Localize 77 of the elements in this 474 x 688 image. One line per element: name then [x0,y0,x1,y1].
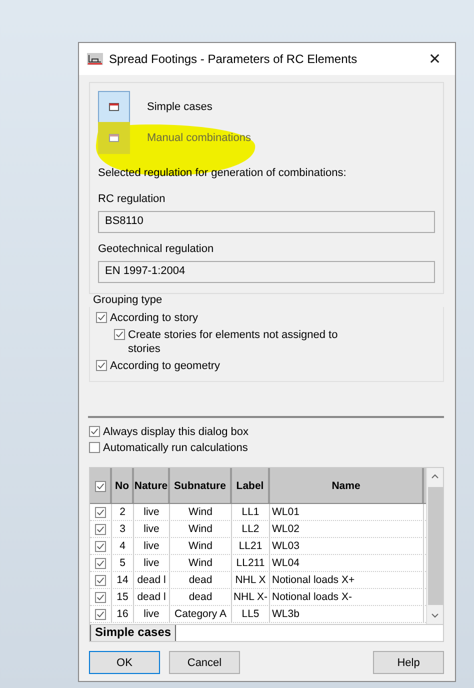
table-cell: NHL X [232,572,270,588]
column-header[interactable]: Subnature [170,468,232,503]
checkbox[interactable] [94,480,106,492]
table-cell: LL2 [232,521,270,537]
checkbox[interactable] [89,426,100,437]
checkbox[interactable] [96,312,107,323]
table-cell: Wind [170,504,232,520]
table-cell: 4 [112,538,134,554]
checkbox-label: According to geometry [110,359,220,373]
checkbox-label: Create stories for elements not assigned to stories [128,328,338,356]
column-header[interactable]: No [112,468,134,503]
table-cell: live [134,555,170,571]
column-header[interactable]: Name [270,468,424,503]
field-label: RC regulation [98,193,166,207]
table-cell: WL03 [270,538,424,554]
table-cell: 5 [112,555,134,571]
checkbox[interactable] [89,442,100,453]
table-cell: dead [170,572,232,588]
sheet-tab[interactable]: Simple cases [90,625,176,641]
checkbox-label: Automatically run calculations [103,441,248,455]
table-cell: WL3b [270,606,424,622]
table-cell: dead l [134,572,170,588]
checkbox[interactable] [114,329,125,340]
group-title: Grouping type [92,294,164,308]
close-button[interactable]: ✕ [415,43,455,75]
mode-button[interactable] [98,90,130,122]
table-cell: LL5 [232,606,270,622]
table-cell: Wind [170,538,232,554]
checkbox[interactable] [95,507,106,518]
checkbox[interactable] [95,592,106,603]
checkbox-label: Always display this dialog box [103,425,249,439]
checkbox[interactable] [95,609,106,620]
table-cell: NHL X- [232,589,270,605]
table-cell: LL21 [232,538,270,554]
table-cell: live [134,504,170,520]
checkbox[interactable] [95,524,106,535]
table-icon [109,133,119,142]
table-cell: 15 [112,589,134,605]
footing-icon [87,53,103,65]
table-cell: live [134,538,170,554]
table-cell: WL02 [270,521,424,537]
checkbox[interactable] [96,360,107,371]
table-cell: 14 [112,572,134,588]
column-header[interactable]: Label [232,468,270,503]
table-cell: 16 [112,606,134,622]
table-cell: dead l [134,589,170,605]
scrollbar[interactable] [426,468,443,624]
checkbox[interactable] [95,541,106,552]
window-title: Spread Footings - Parameters of RC Elements [109,52,358,66]
dialog-button[interactable]: Cancel [169,651,240,674]
checkbox-label: According to story [110,311,198,325]
mode-label: Simple cases [147,100,212,112]
table-icon [109,102,119,111]
field-label: Geotechnical regulation [98,243,215,257]
table-cell: LL1 [232,504,270,520]
dialog-button[interactable]: Help [373,651,444,674]
table-cell: Wind [170,521,232,537]
table-cell: 3 [112,521,134,537]
table-cell: LL211 [232,555,270,571]
checkbox[interactable] [95,575,106,586]
table-cell: WL01 [270,504,424,520]
table-cell: live [134,606,170,622]
table-cell: Wind [170,555,232,571]
checkbox[interactable] [95,558,106,569]
scroll-up-icon[interactable] [431,474,439,479]
table-cell: WL04 [270,555,424,571]
dialog-button[interactable]: OK [89,651,160,674]
regulation-field[interactable]: BS8110 [98,211,435,233]
table-cell: dead [170,589,232,605]
table-cell: Category A [170,606,232,622]
column-header[interactable]: Nature [134,468,170,503]
table-cell: live [134,521,170,537]
regulation-field[interactable]: EN 1997-1:2004 [98,261,435,283]
table-cell: Notional loads X+ [270,572,424,588]
scroll-down-icon[interactable] [431,613,439,618]
table-cell: 2 [112,504,134,520]
table-cell: Notional loads X- [270,589,424,605]
